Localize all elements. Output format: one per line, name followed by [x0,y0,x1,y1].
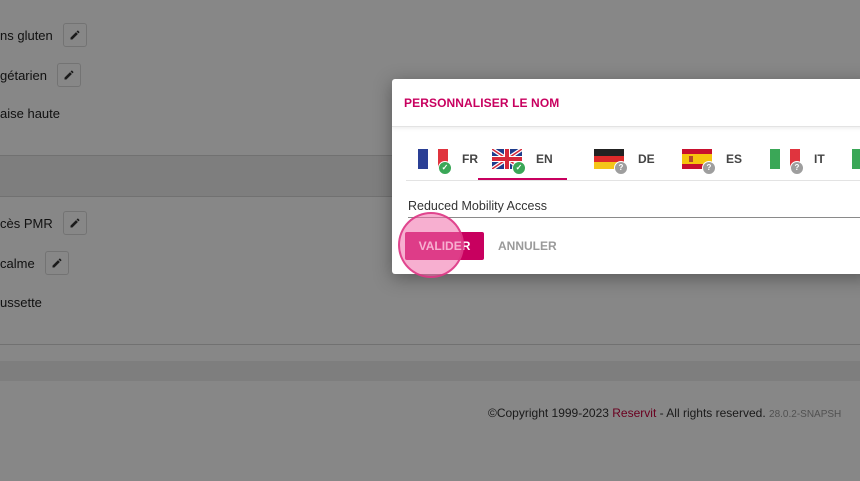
tab-de[interactable]: ? DE [594,140,655,178]
tab-it[interactable]: ? IT [770,140,825,178]
tab-fr[interactable]: ✓ FR [418,140,478,178]
dialog-header: PERSONNALISER LE NOM [392,79,860,127]
flag-spain-icon: ? [682,149,716,175]
flag-uk-icon: ✓ [490,147,526,175]
customize-name-dialog: PERSONNALISER LE NOM ✓ FR ✓ EN ? DE ? ES… [392,79,860,274]
flag-germany-icon: ? [594,149,628,175]
check-icon: ✓ [512,161,526,175]
tab-next-partial[interactable] [852,140,860,178]
tab-en[interactable]: ✓ EN [478,140,567,180]
name-field[interactable] [408,197,860,218]
cancel-button[interactable]: ANNULER [492,232,562,260]
flag-italy-icon: ? [770,149,804,175]
question-icon: ? [614,161,628,175]
dialog-title: PERSONNALISER LE NOM [404,95,560,110]
tab-es[interactable]: ? ES [682,140,742,178]
flag-france-icon: ✓ [418,149,452,175]
question-icon: ? [702,161,716,175]
validate-button[interactable]: VALIDER [405,232,484,260]
question-icon: ? [790,161,804,175]
name-input[interactable] [408,199,860,213]
check-icon: ✓ [438,161,452,175]
language-tabs: ✓ FR ✓ EN ? DE ? ES ? IT [406,140,860,181]
flag-partial-icon [852,149,860,169]
